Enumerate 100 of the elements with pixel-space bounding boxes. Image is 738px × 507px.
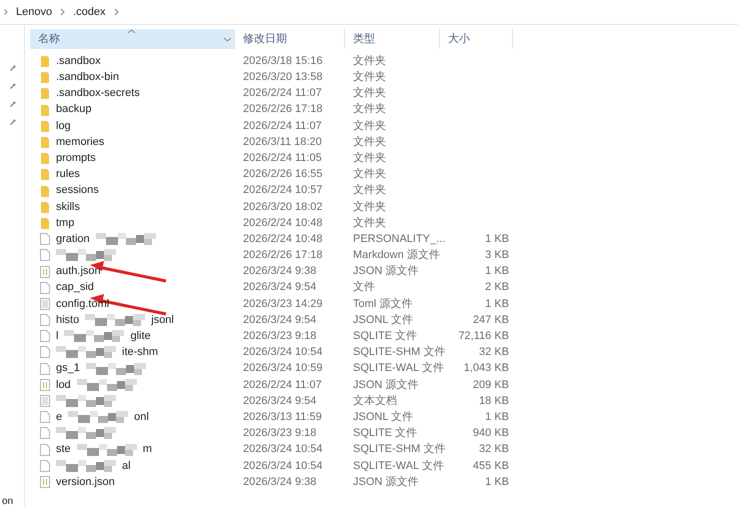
file-type: SQLITE-WAL 文件 [352,360,445,376]
modified-date: 2026/3/24 10:54 [242,345,324,360]
column-header[interactable]: 名称 [30,29,235,49]
file-name[interactable]: histo [56,312,80,328]
modified-date: 2026/2/24 10:48 [242,232,324,247]
file-name[interactable]: log [56,118,71,134]
pin-icon[interactable] [8,81,16,90]
modified-date: 2026/2/26 16:55 [242,167,324,182]
breadcrumb-item[interactable]: .codex [73,4,106,20]
file-name[interactable]: ste [56,441,71,458]
file-type: 文件夹 [352,150,387,166]
file-type: 文件夹 [352,54,387,69]
file-name[interactable]: prompts [56,150,96,166]
file-name[interactable]: glite [130,328,151,345]
pin-icon[interactable] [8,99,16,108]
modified-date: 2026/3/18 15:16 [242,54,324,69]
pixelated-blur-icon [56,249,116,262]
file-icon [40,476,50,488]
file-type: JSON 源文件 [352,264,420,280]
modified-date: 2026/2/24 11:07 [242,378,323,393]
file-type: JSONL 文件 [352,410,414,425]
pixelated-blur-icon [56,346,116,358]
folder-icon [41,200,49,213]
modified-date: 2026/3/20 18:02 [242,200,324,215]
sort-up-icon [128,29,135,34]
file-name[interactable]: m [142,441,152,458]
pixelated-blur-icon [76,444,137,456]
file-size: 1 KB [484,232,510,247]
file-type: JSON 源文件 [352,474,420,490]
file-type: 文件夹 [352,200,387,215]
file-size: 940 KB [472,426,510,442]
file-size: 18 KB [478,394,510,409]
file-type: Toml 源文件 [352,296,414,312]
file-icon [40,460,50,472]
file-name[interactable]: auth.json [56,263,101,280]
modified-date: 2026/3/24 9:54 [242,394,318,409]
document-icon [40,395,50,408]
column-header[interactable]: 修改日期 [235,29,345,49]
file-icon [40,444,50,456]
modified-date: 2026/3/11 18:20 [242,134,323,150]
column-header[interactable]: 类型 [345,29,440,49]
modified-date: 2026/2/24 11:07 [242,118,323,134]
file-name[interactable]: backup [56,101,92,118]
file-name[interactable]: skills [56,198,80,216]
file-name[interactable]: config.toml [56,296,110,312]
file-name[interactable]: tmp [56,214,74,232]
file-type: 文件 [352,280,376,296]
file-icon [40,282,50,294]
file-name[interactable]: .sandbox-bin [56,69,119,86]
file-type: JSON 源文件 [352,378,420,393]
modified-date: 2026/3/24 10:54 [242,458,324,474]
dropdown-caret-icon[interactable] [224,37,231,42]
modified-date: 2026/3/24 9:54 [242,312,318,328]
modified-date: 2026/2/24 10:57 [242,183,324,198]
folder-icon [41,168,49,180]
file-name[interactable]: gs_1 [56,360,80,377]
file-size: 2 KB [484,280,510,296]
file-name[interactable]: e [56,408,62,426]
folder-icon [41,216,49,229]
pixelated-blur-icon [56,460,116,472]
pin-icon[interactable] [8,63,16,72]
file-type: SQLITE-SHM 文件 [352,442,446,458]
chevron-icon [114,8,119,16]
file-name[interactable]: onl [134,408,149,426]
modified-date: 2026/3/24 9:38 [242,474,318,490]
file-name[interactable]: .sandbox [56,52,101,70]
file-size: 32 KB [478,345,510,360]
file-type: 文件夹 [352,182,387,198]
file-size: 1 KB [484,296,510,312]
file-name[interactable]: gration [56,230,90,248]
file-name[interactable]: l [56,328,58,345]
breadcrumb-item[interactable]: Lenovo [16,4,52,20]
chevron-icon [60,8,66,16]
file-name[interactable]: lod [56,376,71,394]
modified-date: 2026/2/26 17:18 [242,248,324,264]
modified-date: 2026/3/20 13:58 [242,70,324,86]
modified-date: 2026/3/24 10:54 [242,442,324,458]
file-name[interactable]: memories [56,134,104,150]
file-name[interactable]: cap_sid [56,279,94,296]
file-name[interactable]: .sandbox-secrets [56,85,140,102]
pixelated-blur-icon [86,362,146,375]
pin-icon[interactable] [8,117,16,126]
file-name[interactable]: sessions [56,182,99,199]
folder-icon [41,152,49,164]
file-icon [40,378,50,391]
modified-date: 2026/3/24 9:38 [242,264,318,280]
folder-icon [41,120,49,132]
file-name[interactable]: jsonl [151,312,174,328]
column-header[interactable]: 大小 [440,29,513,49]
file-name[interactable]: al [122,458,131,474]
folder-icon [41,87,49,100]
file-size: 1 KB [484,264,510,280]
file-name[interactable]: version.json [56,474,115,490]
folder-icon [41,55,49,68]
file-type: 文件夹 [352,134,387,150]
modified-date: 2026/2/24 11:07 [242,86,323,102]
file-name[interactable]: rules [56,166,80,183]
chevron-icon [4,9,8,15]
file-name[interactable]: ite-shm [122,344,158,361]
file-icon [40,249,50,262]
